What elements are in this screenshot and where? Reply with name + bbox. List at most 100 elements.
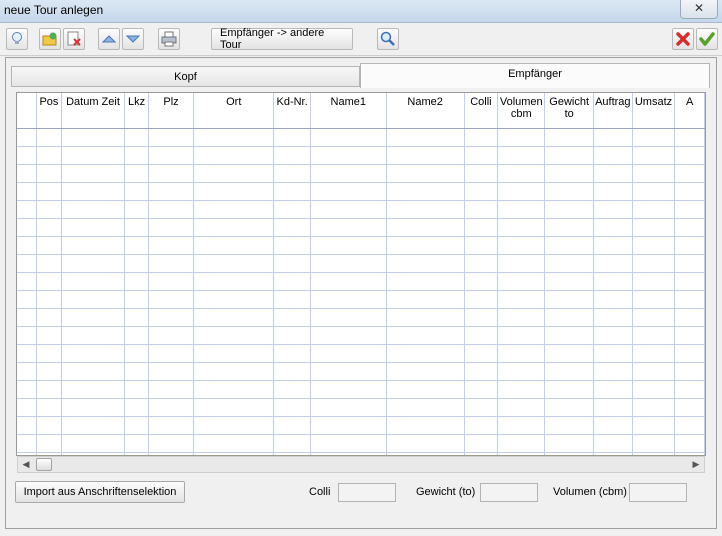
table-cell[interactable] xyxy=(386,344,465,363)
table-cell[interactable] xyxy=(674,254,705,273)
table-cell[interactable] xyxy=(593,326,633,345)
table-cell[interactable] xyxy=(124,200,149,219)
table-cell[interactable] xyxy=(497,308,546,327)
table-cell[interactable] xyxy=(544,326,595,345)
add-button[interactable] xyxy=(39,28,61,50)
table-cell[interactable] xyxy=(632,128,676,147)
table-cell[interactable] xyxy=(273,326,311,345)
table-cell[interactable] xyxy=(148,182,195,201)
scrollbar-thumb[interactable] xyxy=(36,458,52,471)
table-cell[interactable] xyxy=(632,236,676,255)
row-header-cell[interactable] xyxy=(17,434,37,453)
table-cell[interactable] xyxy=(61,272,126,291)
column-header[interactable]: Lkz xyxy=(124,93,149,129)
table-cell[interactable] xyxy=(674,398,705,417)
table-cell[interactable] xyxy=(310,290,387,309)
table-cell[interactable] xyxy=(497,128,546,147)
table-cell[interactable] xyxy=(464,362,499,381)
row-header-cell[interactable] xyxy=(17,290,37,309)
table-cell[interactable] xyxy=(310,218,387,237)
table-cell[interactable] xyxy=(386,254,465,273)
table-cell[interactable] xyxy=(386,164,465,183)
table-cell[interactable] xyxy=(544,434,595,453)
table-cell[interactable] xyxy=(674,182,705,201)
move-recipient-button[interactable]: Empfänger -> andere Tour xyxy=(211,27,353,51)
table-cell[interactable] xyxy=(464,254,499,273)
scroll-left-icon[interactable]: ◀ xyxy=(19,458,33,471)
table-cell[interactable] xyxy=(497,182,546,201)
table-cell[interactable] xyxy=(674,272,705,291)
table-cell[interactable] xyxy=(464,434,499,453)
table-cell[interactable] xyxy=(193,254,275,273)
window-close-button[interactable]: ✕ xyxy=(680,0,718,19)
row-header-cell[interactable] xyxy=(17,344,37,363)
print-button[interactable] xyxy=(158,28,180,50)
row-header-cell[interactable] xyxy=(17,164,37,183)
table-cell[interactable] xyxy=(124,416,149,435)
table-cell[interactable] xyxy=(124,344,149,363)
table-cell[interactable] xyxy=(148,164,195,183)
table-cell[interactable] xyxy=(273,146,311,165)
row-header-cell[interactable] xyxy=(17,182,37,201)
confirm-button[interactable] xyxy=(696,28,718,50)
table-cell[interactable] xyxy=(36,146,62,165)
table-cell[interactable] xyxy=(148,326,195,345)
table-cell[interactable] xyxy=(632,200,676,219)
table-cell[interactable] xyxy=(36,434,62,453)
table-cell[interactable] xyxy=(310,164,387,183)
table-cell[interactable] xyxy=(632,362,676,381)
table-cell[interactable] xyxy=(36,398,62,417)
table-cell[interactable] xyxy=(36,380,62,399)
table-cell[interactable] xyxy=(544,362,595,381)
table-cell[interactable] xyxy=(497,290,546,309)
table-cell[interactable] xyxy=(464,218,499,237)
row-header-cell[interactable] xyxy=(17,398,37,417)
table-cell[interactable] xyxy=(148,218,195,237)
table-cell[interactable] xyxy=(61,344,126,363)
table-cell[interactable] xyxy=(310,200,387,219)
column-header[interactable]: Gewicht to xyxy=(544,93,595,129)
table-cell[interactable] xyxy=(61,434,126,453)
table-cell[interactable] xyxy=(273,362,311,381)
table-cell[interactable] xyxy=(36,362,62,381)
table-cell[interactable] xyxy=(464,146,499,165)
table-cell[interactable] xyxy=(593,254,633,273)
table-cell[interactable] xyxy=(310,272,387,291)
table-cell[interactable] xyxy=(36,344,62,363)
table-cell[interactable] xyxy=(593,362,633,381)
table-cell[interactable] xyxy=(497,398,546,417)
table-row[interactable] xyxy=(17,290,705,309)
table-cell[interactable] xyxy=(61,398,126,417)
column-header[interactable]: Name2 xyxy=(386,93,465,129)
table-cell[interactable] xyxy=(497,380,546,399)
table-cell[interactable] xyxy=(464,128,499,147)
table-cell[interactable] xyxy=(148,200,195,219)
column-header[interactable]: A xyxy=(674,93,705,129)
tab-kopf[interactable]: Kopf xyxy=(11,66,360,87)
table-cell[interactable] xyxy=(593,344,633,363)
table-cell[interactable] xyxy=(593,164,633,183)
table-cell[interactable] xyxy=(674,200,705,219)
table-cell[interactable] xyxy=(61,128,126,147)
volume-field[interactable] xyxy=(629,483,687,502)
table-cell[interactable] xyxy=(544,254,595,273)
table-cell[interactable] xyxy=(310,344,387,363)
table-cell[interactable] xyxy=(593,182,633,201)
table-cell[interactable] xyxy=(273,398,311,417)
table-cell[interactable] xyxy=(497,272,546,291)
table-cell[interactable] xyxy=(497,164,546,183)
table-cell[interactable] xyxy=(593,380,633,399)
table-cell[interactable] xyxy=(61,308,126,327)
table-cell[interactable] xyxy=(544,182,595,201)
table-cell[interactable] xyxy=(193,218,275,237)
remove-button[interactable] xyxy=(63,28,85,50)
table-cell[interactable] xyxy=(544,398,595,417)
table-cell[interactable] xyxy=(310,416,387,435)
table-cell[interactable] xyxy=(193,362,275,381)
table-row[interactable] xyxy=(17,164,705,183)
table-cell[interactable] xyxy=(464,308,499,327)
column-header[interactable]: Datum Zeit xyxy=(61,93,126,129)
table-cell[interactable] xyxy=(36,236,62,255)
table-cell[interactable] xyxy=(148,236,195,255)
row-header-cell[interactable] xyxy=(17,308,37,327)
